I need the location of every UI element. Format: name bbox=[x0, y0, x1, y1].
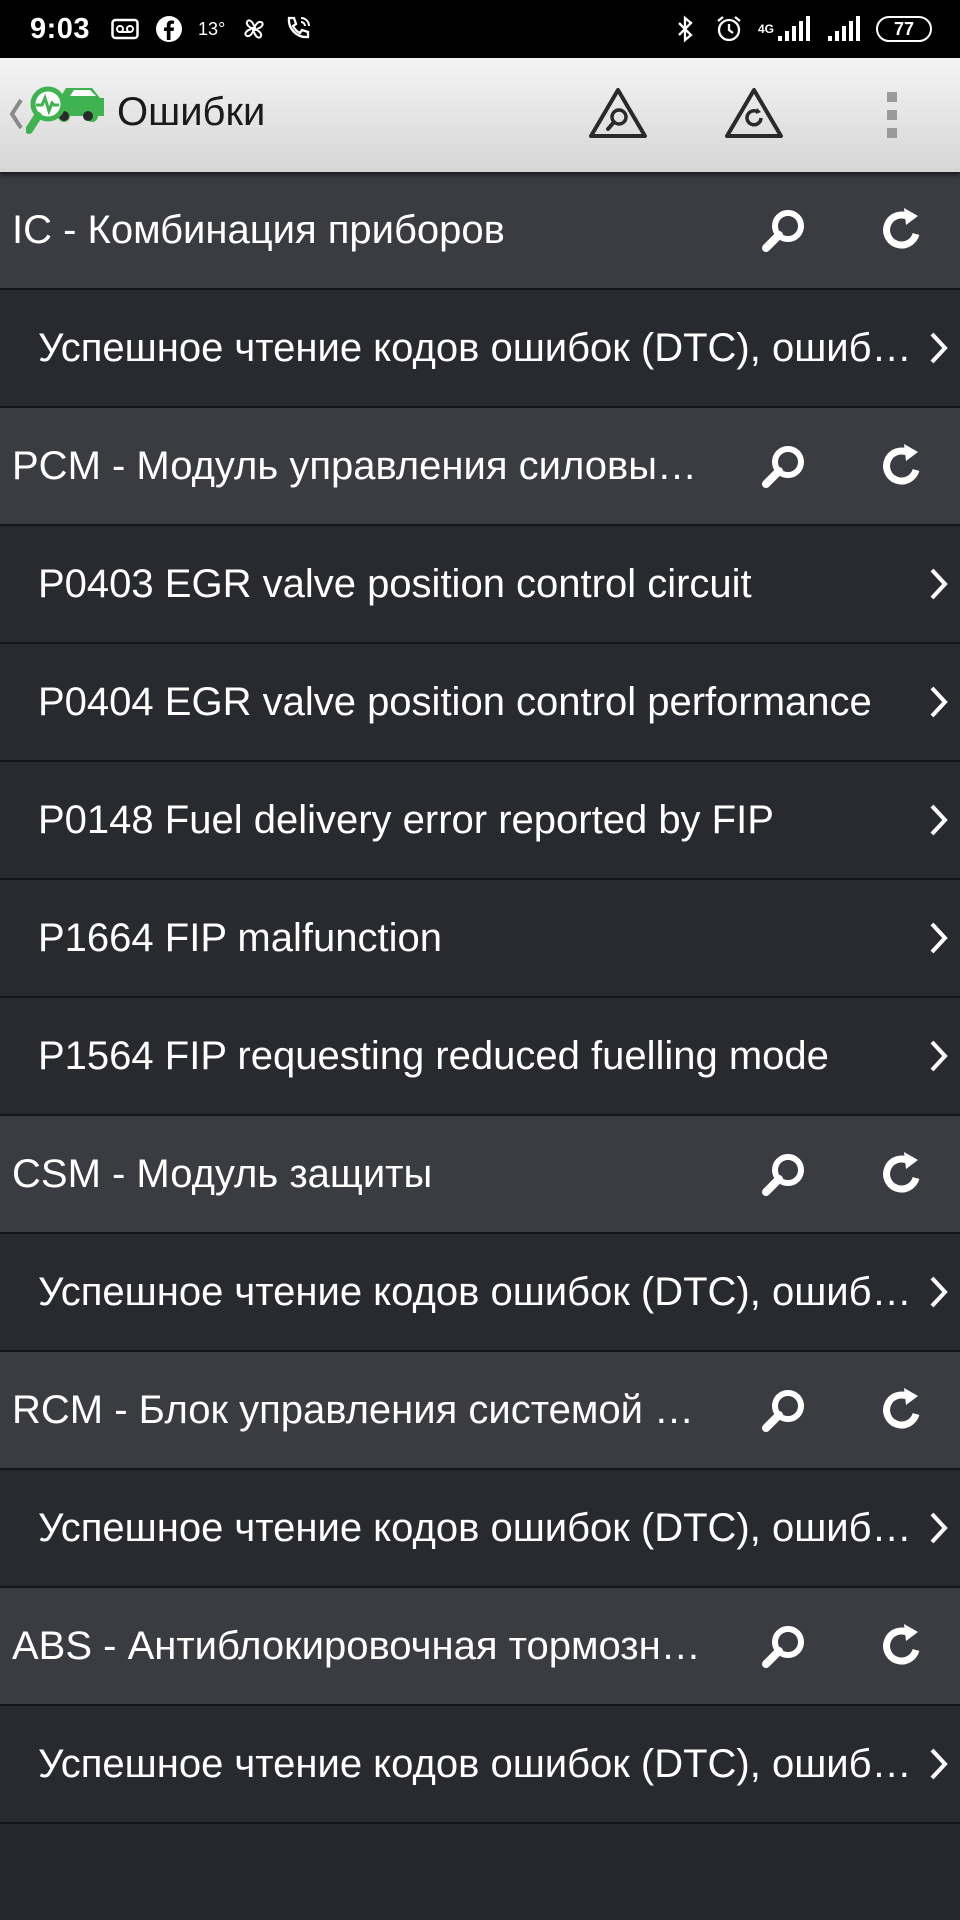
clear-module-button[interactable] bbox=[870, 1378, 934, 1442]
overflow-menu-icon bbox=[887, 92, 897, 138]
module-title: IC - Комбинация приборов bbox=[12, 207, 505, 252]
error-list-item[interactable]: Успешное чтение кодов ошибок (DTC), ошиб… bbox=[0, 290, 960, 408]
fan-icon bbox=[239, 14, 269, 44]
error-item-text: Успешное чтение кодов ошибок (DTC), ошиб… bbox=[38, 1505, 912, 1550]
read-module-button[interactable] bbox=[752, 1614, 816, 1678]
clear-triangle-icon bbox=[725, 88, 783, 138]
refresh-icon bbox=[883, 1388, 920, 1429]
module-title: PCM - Модуль управления силовым агрегато… bbox=[12, 443, 712, 488]
error-list: IC - Комбинация приборов Успешное чтение… bbox=[0, 172, 960, 1824]
error-list-item[interactable]: Успешное чтение кодов ошибок (DTC), ошиб… bbox=[0, 1706, 960, 1824]
voicemail-icon bbox=[110, 14, 140, 44]
module-title: RCM - Блок управления системой безопасно… bbox=[12, 1387, 712, 1432]
overflow-menu-button[interactable] bbox=[870, 88, 914, 142]
error-list-item[interactable]: P0148 Fuel delivery error reported by FI… bbox=[0, 762, 960, 880]
refresh-icon bbox=[883, 444, 920, 485]
error-item-text: Успешное чтение кодов ошибок (DTC), ошиб… bbox=[38, 325, 912, 370]
error-list-item[interactable]: P1664 FIP malfunction bbox=[0, 880, 960, 998]
chevron-right-icon bbox=[930, 1276, 948, 1308]
signal-icon bbox=[778, 16, 810, 41]
error-item-text: P0404 EGR valve position control perform… bbox=[38, 679, 872, 724]
error-list-item[interactable]: P0404 EGR valve position control perform… bbox=[0, 644, 960, 762]
refresh-icon bbox=[883, 208, 920, 249]
chevron-right-icon bbox=[930, 332, 948, 364]
error-list-item[interactable]: P1564 FIP requesting reduced fuelling mo… bbox=[0, 998, 960, 1116]
clear-module-button[interactable] bbox=[870, 1614, 934, 1678]
signal-icon bbox=[824, 14, 862, 44]
error-list-item[interactable]: P0403 EGR valve position control circuit bbox=[0, 526, 960, 644]
module-group-header: RCM - Блок управления системой безопасно… bbox=[0, 1352, 960, 1470]
clear-module-button[interactable] bbox=[870, 1142, 934, 1206]
error-list-item[interactable]: Успешное чтение кодов ошибок (DTC), ошиб… bbox=[0, 1470, 960, 1588]
chevron-right-icon bbox=[930, 568, 948, 600]
refresh-icon bbox=[883, 1152, 920, 1193]
module-group-header: CSM - Модуль защиты bbox=[0, 1116, 960, 1234]
chevron-right-icon bbox=[930, 686, 948, 718]
chevron-right-icon bbox=[930, 1748, 948, 1780]
read-module-button[interactable] bbox=[752, 1142, 816, 1206]
refresh-icon bbox=[883, 1624, 920, 1665]
search-icon bbox=[762, 1390, 804, 1432]
error-item-text: Успешное чтение кодов ошибок (DTC), ошиб… bbox=[38, 1741, 912, 1786]
chevron-right-icon bbox=[930, 1512, 948, 1544]
chevron-right-icon bbox=[930, 1040, 948, 1072]
network-type-label: 4G bbox=[757, 21, 774, 36]
empty-list-area bbox=[0, 1844, 960, 1920]
status-temperature: 13° bbox=[198, 18, 226, 39]
module-title: CSM - Модуль защиты bbox=[12, 1151, 433, 1196]
battery-level: 77 bbox=[893, 18, 915, 39]
search-icon bbox=[762, 1154, 804, 1196]
read-module-button[interactable] bbox=[752, 1378, 816, 1442]
chevron-right-icon bbox=[930, 922, 948, 954]
read-module-button[interactable] bbox=[752, 434, 816, 498]
status-time: 9:03 bbox=[30, 12, 91, 45]
signal-4g: 4G bbox=[758, 16, 810, 42]
error-item-text: P0403 EGR valve position control circuit bbox=[38, 561, 752, 606]
wifi-call-icon bbox=[283, 14, 313, 44]
clear-module-button[interactable] bbox=[870, 434, 934, 498]
clear-all-button[interactable] bbox=[723, 86, 785, 142]
chevron-right-icon bbox=[930, 804, 948, 836]
back-chevron-icon[interactable] bbox=[8, 94, 24, 134]
module-group-header: IC - Комбинация приборов bbox=[0, 172, 960, 290]
car-diagnostics-logo-icon[interactable] bbox=[25, 82, 108, 142]
module-group-header: PCM - Модуль управления силовым агрегато… bbox=[0, 408, 960, 526]
module-title: ABS - Антиблокировочная тормозная систем… bbox=[12, 1623, 712, 1668]
error-list-item[interactable]: Успешное чтение кодов ошибок (DTC), ошиб… bbox=[0, 1234, 960, 1352]
error-item-text: P0148 Fuel delivery error reported by FI… bbox=[38, 797, 774, 842]
bluetooth-icon bbox=[670, 14, 700, 44]
scan-all-button[interactable] bbox=[587, 86, 649, 142]
alarm-icon bbox=[714, 14, 744, 44]
scan-triangle-icon bbox=[589, 88, 647, 138]
error-item-text: Успешное чтение кодов ошибок (DTC), ошиб… bbox=[38, 1269, 912, 1314]
error-item-text: P1664 FIP malfunction bbox=[38, 915, 442, 960]
search-icon bbox=[762, 1626, 804, 1668]
facebook-icon bbox=[154, 14, 184, 44]
module-group-header: ABS - Антиблокировочная тормозная систем… bbox=[0, 1588, 960, 1706]
page-title: Ошибки bbox=[117, 90, 266, 134]
read-module-button[interactable] bbox=[752, 198, 816, 262]
battery-icon: 77 bbox=[876, 16, 932, 42]
error-item-text: P1564 FIP requesting reduced fuelling mo… bbox=[38, 1033, 829, 1078]
clear-module-button[interactable] bbox=[870, 198, 934, 262]
status-bar: 9:03 13° 4G 77 bbox=[0, 0, 960, 58]
search-icon bbox=[762, 210, 804, 252]
action-bar: Ошибки bbox=[0, 58, 960, 172]
search-icon bbox=[762, 446, 804, 488]
